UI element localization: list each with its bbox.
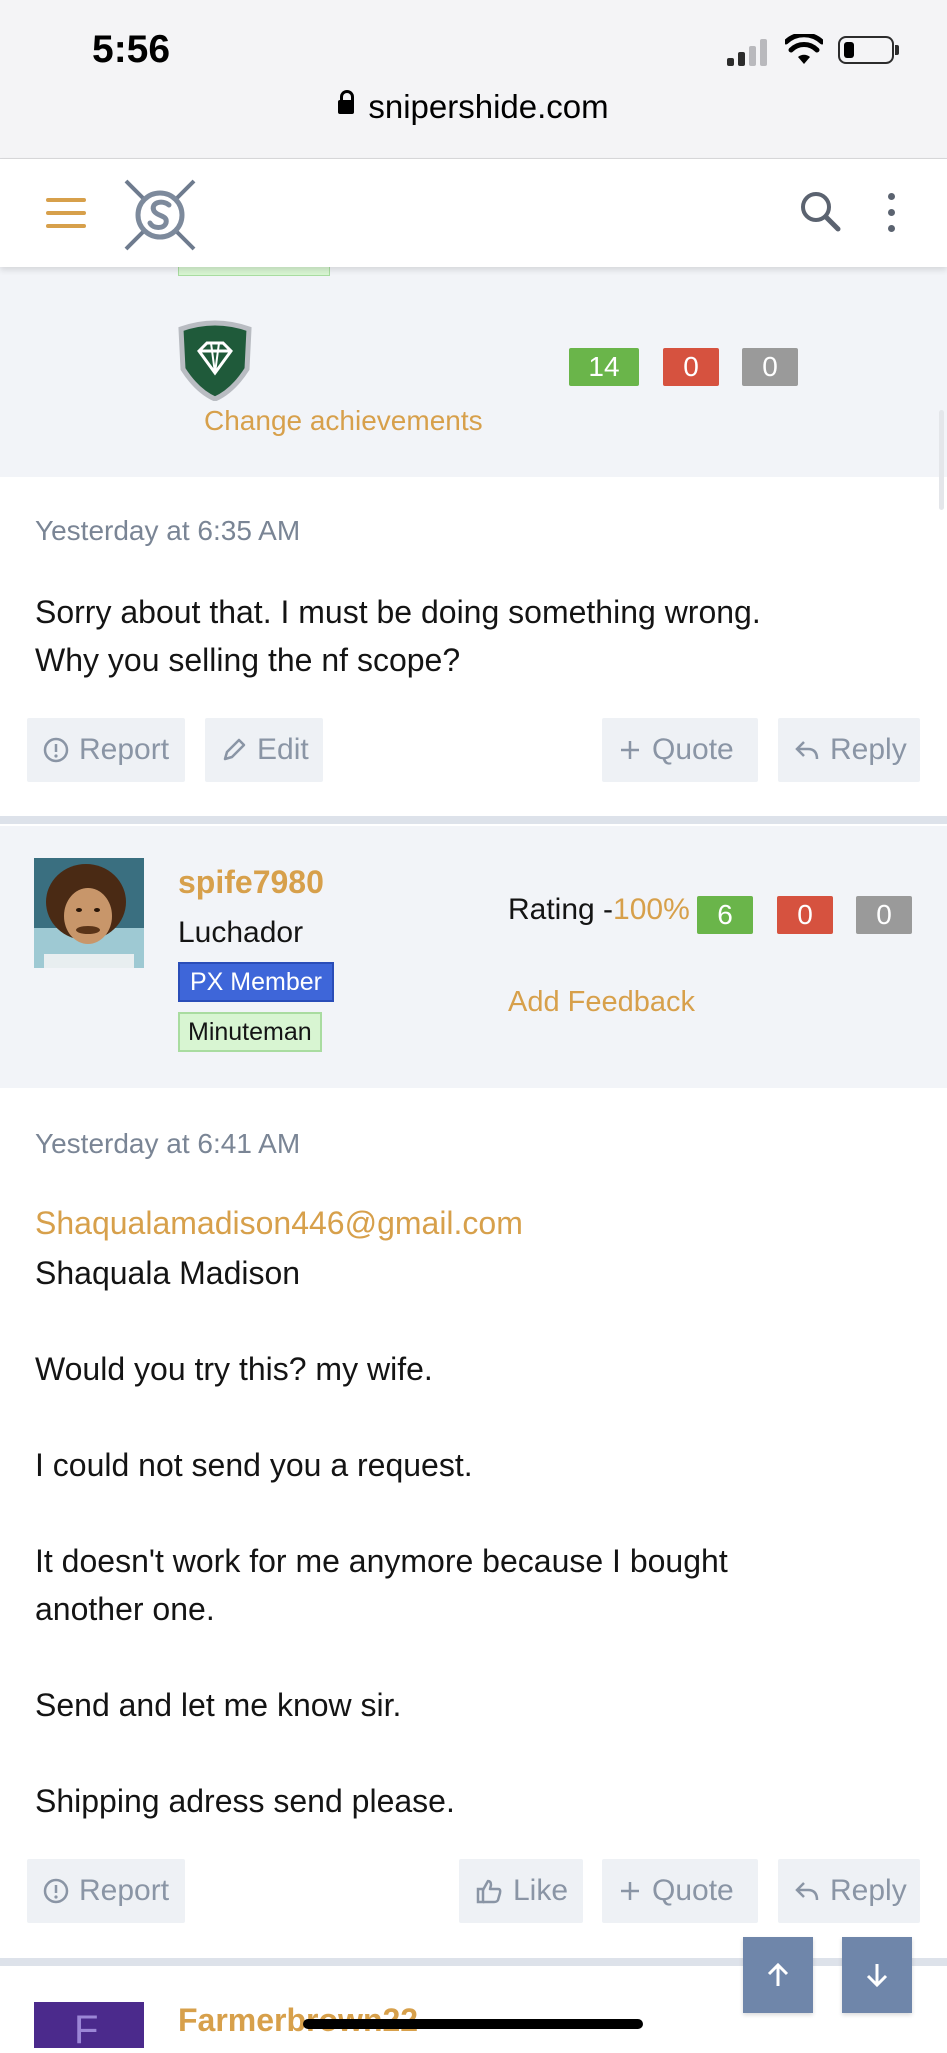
rating-percent: 100%: [613, 893, 690, 926]
reply-arrow-icon: [795, 1882, 819, 1901]
like-label: Like: [513, 1874, 569, 1907]
wifi-icon: [785, 34, 823, 64]
feedback-positive-count[interactable]: 14: [569, 348, 639, 386]
page-scrollbar[interactable]: [939, 410, 944, 510]
report-button[interactable]: Report: [27, 718, 185, 782]
feedback-neutral-count[interactable]: 0: [742, 348, 798, 386]
post-date[interactable]: Yesterday at 6:41 AM: [35, 1128, 300, 1160]
scroll-to-top-button[interactable]: [743, 1937, 813, 2013]
post-body-line: Send and let me know sir.: [35, 1687, 402, 1723]
battery-icon: [838, 36, 899, 64]
edit-button[interactable]: Edit: [205, 718, 323, 782]
post-body-line: another one.: [35, 1591, 215, 1627]
post-body-line: Would you try this? my wife.: [35, 1351, 433, 1387]
quote-button[interactable]: Quote: [602, 718, 758, 782]
user-info-panel: Change achievements 14 0 0: [0, 267, 947, 477]
search-icon[interactable]: [798, 189, 842, 233]
post-body-line: Shaquala Madison: [35, 1255, 301, 1291]
report-label: Report: [79, 1874, 170, 1907]
plus-icon: [621, 741, 639, 759]
change-achievements-link[interactable]: Change achievements: [204, 405, 483, 437]
px-member-badge: PX Member: [178, 962, 334, 1002]
report-label: Report: [79, 733, 170, 766]
reply-label: Reply: [830, 1874, 907, 1907]
feedback-neutral-count[interactable]: 0: [856, 896, 912, 934]
feedback-negative-count[interactable]: 0: [663, 348, 719, 386]
report-button[interactable]: Report: [27, 1859, 185, 1923]
pencil-icon: [223, 738, 246, 761]
avatar-letter: F: [74, 2008, 99, 2052]
post-date[interactable]: Yesterday at 6:35 AM: [35, 515, 300, 547]
quote-label: Quote: [652, 733, 734, 766]
username-link[interactable]: spife7980: [178, 864, 324, 901]
arrow-up-icon: [767, 1962, 789, 1986]
lock-icon: [338, 90, 355, 115]
kebab-icon[interactable]: [885, 193, 897, 233]
post-body-line: I could not send you a request.: [35, 1447, 473, 1483]
hamburger-icon[interactable]: [46, 198, 86, 228]
rating-text: Rating -100%: [508, 893, 690, 927]
post-body-line: Why you selling the nf scope?: [35, 642, 461, 678]
avatar[interactable]: F: [34, 2002, 144, 2052]
home-indicator[interactable]: [303, 2019, 643, 2029]
post-body-line: Shipping adress send please.: [35, 1783, 455, 1819]
arrow-down-icon: [866, 1964, 888, 1988]
feedback-positive-count[interactable]: 6: [697, 896, 753, 934]
site-logo[interactable]: [122, 177, 198, 253]
user-title: Luchador: [178, 916, 304, 949]
diamond-badge-icon: [178, 320, 252, 401]
cell-signal-icon: [727, 38, 769, 66]
edit-label: Edit: [257, 733, 309, 766]
rating-label: Rating -: [508, 893, 614, 926]
url-bar[interactable]: snipershide.com: [0, 88, 947, 126]
reply-button[interactable]: Reply: [778, 1859, 920, 1923]
status-time: 5:56: [92, 28, 171, 71]
alert-circle-icon: [43, 737, 69, 763]
rank-badge: [178, 267, 330, 276]
site-header: [0, 159, 947, 267]
post-body-line: Sorry about that. I must be doing someth…: [35, 594, 761, 630]
rank-badge: Minuteman: [178, 1012, 322, 1052]
post-body-line: It doesn't work for me anymore because I…: [35, 1543, 728, 1579]
like-button[interactable]: Like: [459, 1859, 583, 1923]
avatar[interactable]: [34, 858, 144, 968]
url-text: snipershide.com: [368, 88, 609, 125]
reply-arrow-icon: [795, 741, 819, 760]
add-feedback-link[interactable]: Add Feedback: [508, 986, 695, 1019]
quote-button[interactable]: Quote: [602, 1859, 758, 1923]
thumbs-up-icon: [476, 1879, 502, 1904]
alert-circle-icon: [43, 1878, 69, 1904]
reply-label: Reply: [830, 733, 907, 766]
post-divider: [0, 816, 947, 824]
quote-label: Quote: [652, 1874, 734, 1907]
reply-button[interactable]: Reply: [778, 718, 920, 782]
feedback-negative-count[interactable]: 0: [777, 896, 833, 934]
browser-chrome: 5:56 snipershide.com: [0, 0, 947, 159]
plus-icon: [621, 1882, 639, 1900]
email-link[interactable]: Shaqualamadison446@gmail.com: [35, 1205, 523, 1242]
user-info-panel: spife7980 Luchador PX Member Minuteman R…: [0, 826, 947, 1088]
scroll-to-bottom-button[interactable]: [842, 1937, 912, 2013]
